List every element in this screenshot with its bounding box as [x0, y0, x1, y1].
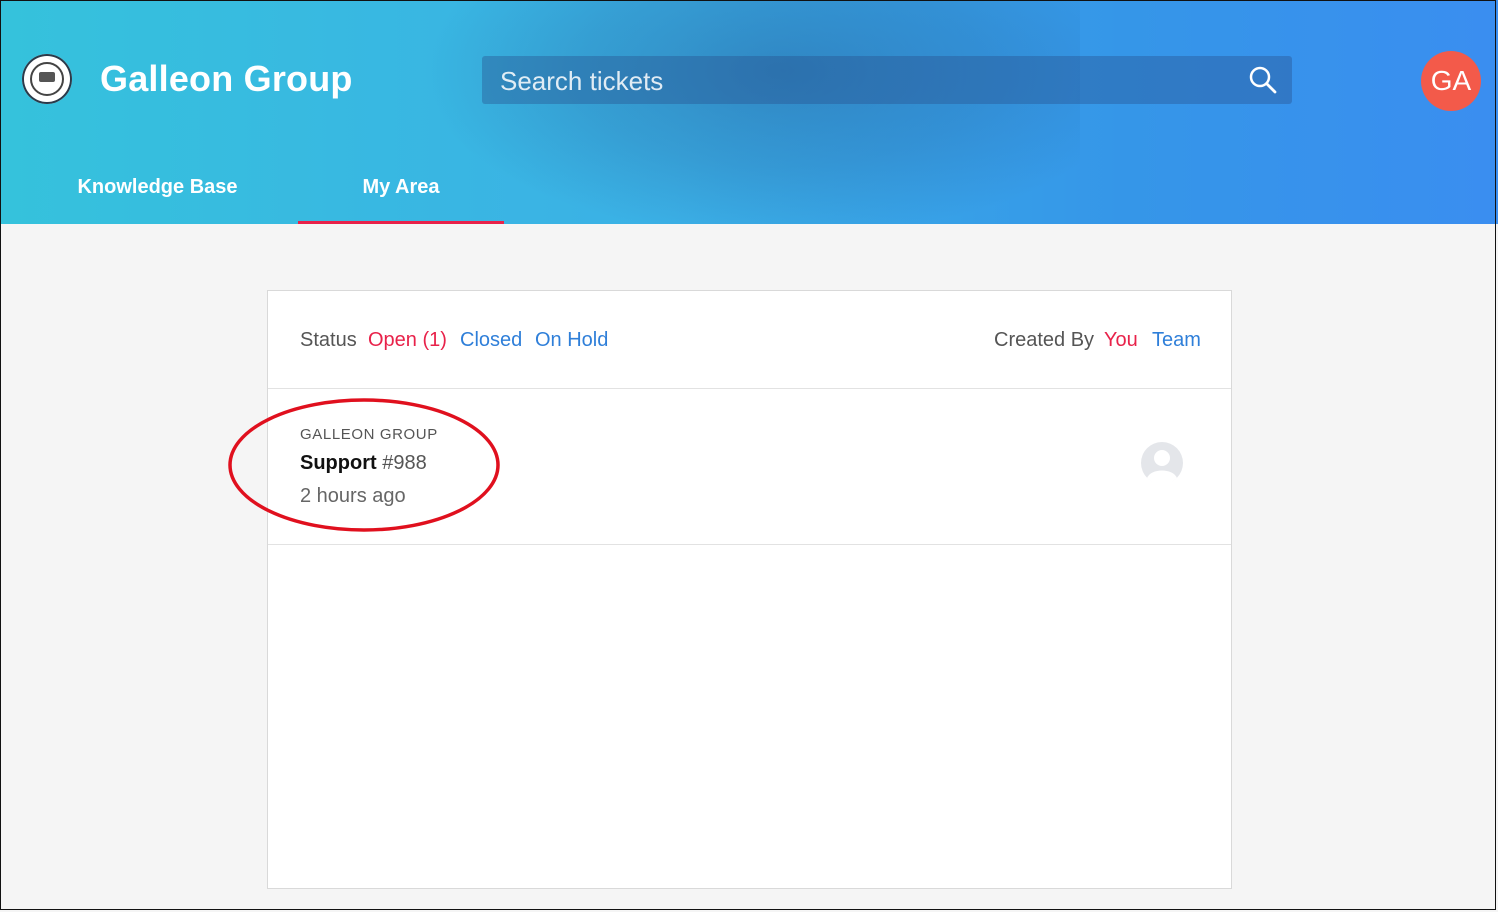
search-input[interactable]: [498, 56, 1242, 106]
filter-you[interactable]: You: [1104, 329, 1138, 352]
header: Galleon Group GA Knowledge Base My Area: [0, 0, 1498, 224]
header-background-photo: [420, 0, 1080, 224]
filter-closed[interactable]: Closed: [460, 329, 522, 352]
created-by-label: Created By: [994, 329, 1095, 351]
ticket-row[interactable]: GALLEON GROUP Support #988 2 hours ago: [268, 388, 1231, 545]
tickets-card: Status Open (1) Closed On Hold Created B…: [267, 290, 1232, 889]
filter-bar: Status Open (1) Closed On Hold Created B…: [268, 291, 1231, 389]
ticket-number: #988: [382, 452, 427, 474]
status-label: Status: [300, 329, 357, 351]
search-icon[interactable]: [1248, 65, 1278, 95]
ticket-title[interactable]: Support #988: [300, 452, 427, 475]
filter-team[interactable]: Team: [1152, 329, 1201, 352]
ticket-timestamp: 2 hours ago: [300, 485, 406, 507]
filter-open[interactable]: Open (1): [368, 329, 447, 352]
user-placeholder-icon: [1141, 442, 1183, 484]
tab-knowledge-base[interactable]: Knowledge Base: [40, 160, 275, 224]
company-logo[interactable]: [22, 54, 72, 104]
ticket-subject: Support: [300, 452, 377, 474]
tab-my-area[interactable]: My Area: [298, 160, 504, 224]
filter-on-hold[interactable]: On Hold: [535, 329, 608, 352]
search-bar: [482, 56, 1292, 106]
ticket-organization: GALLEON GROUP: [300, 426, 438, 443]
user-avatar[interactable]: GA: [1421, 51, 1481, 111]
brand-name[interactable]: Galleon Group: [100, 58, 353, 100]
